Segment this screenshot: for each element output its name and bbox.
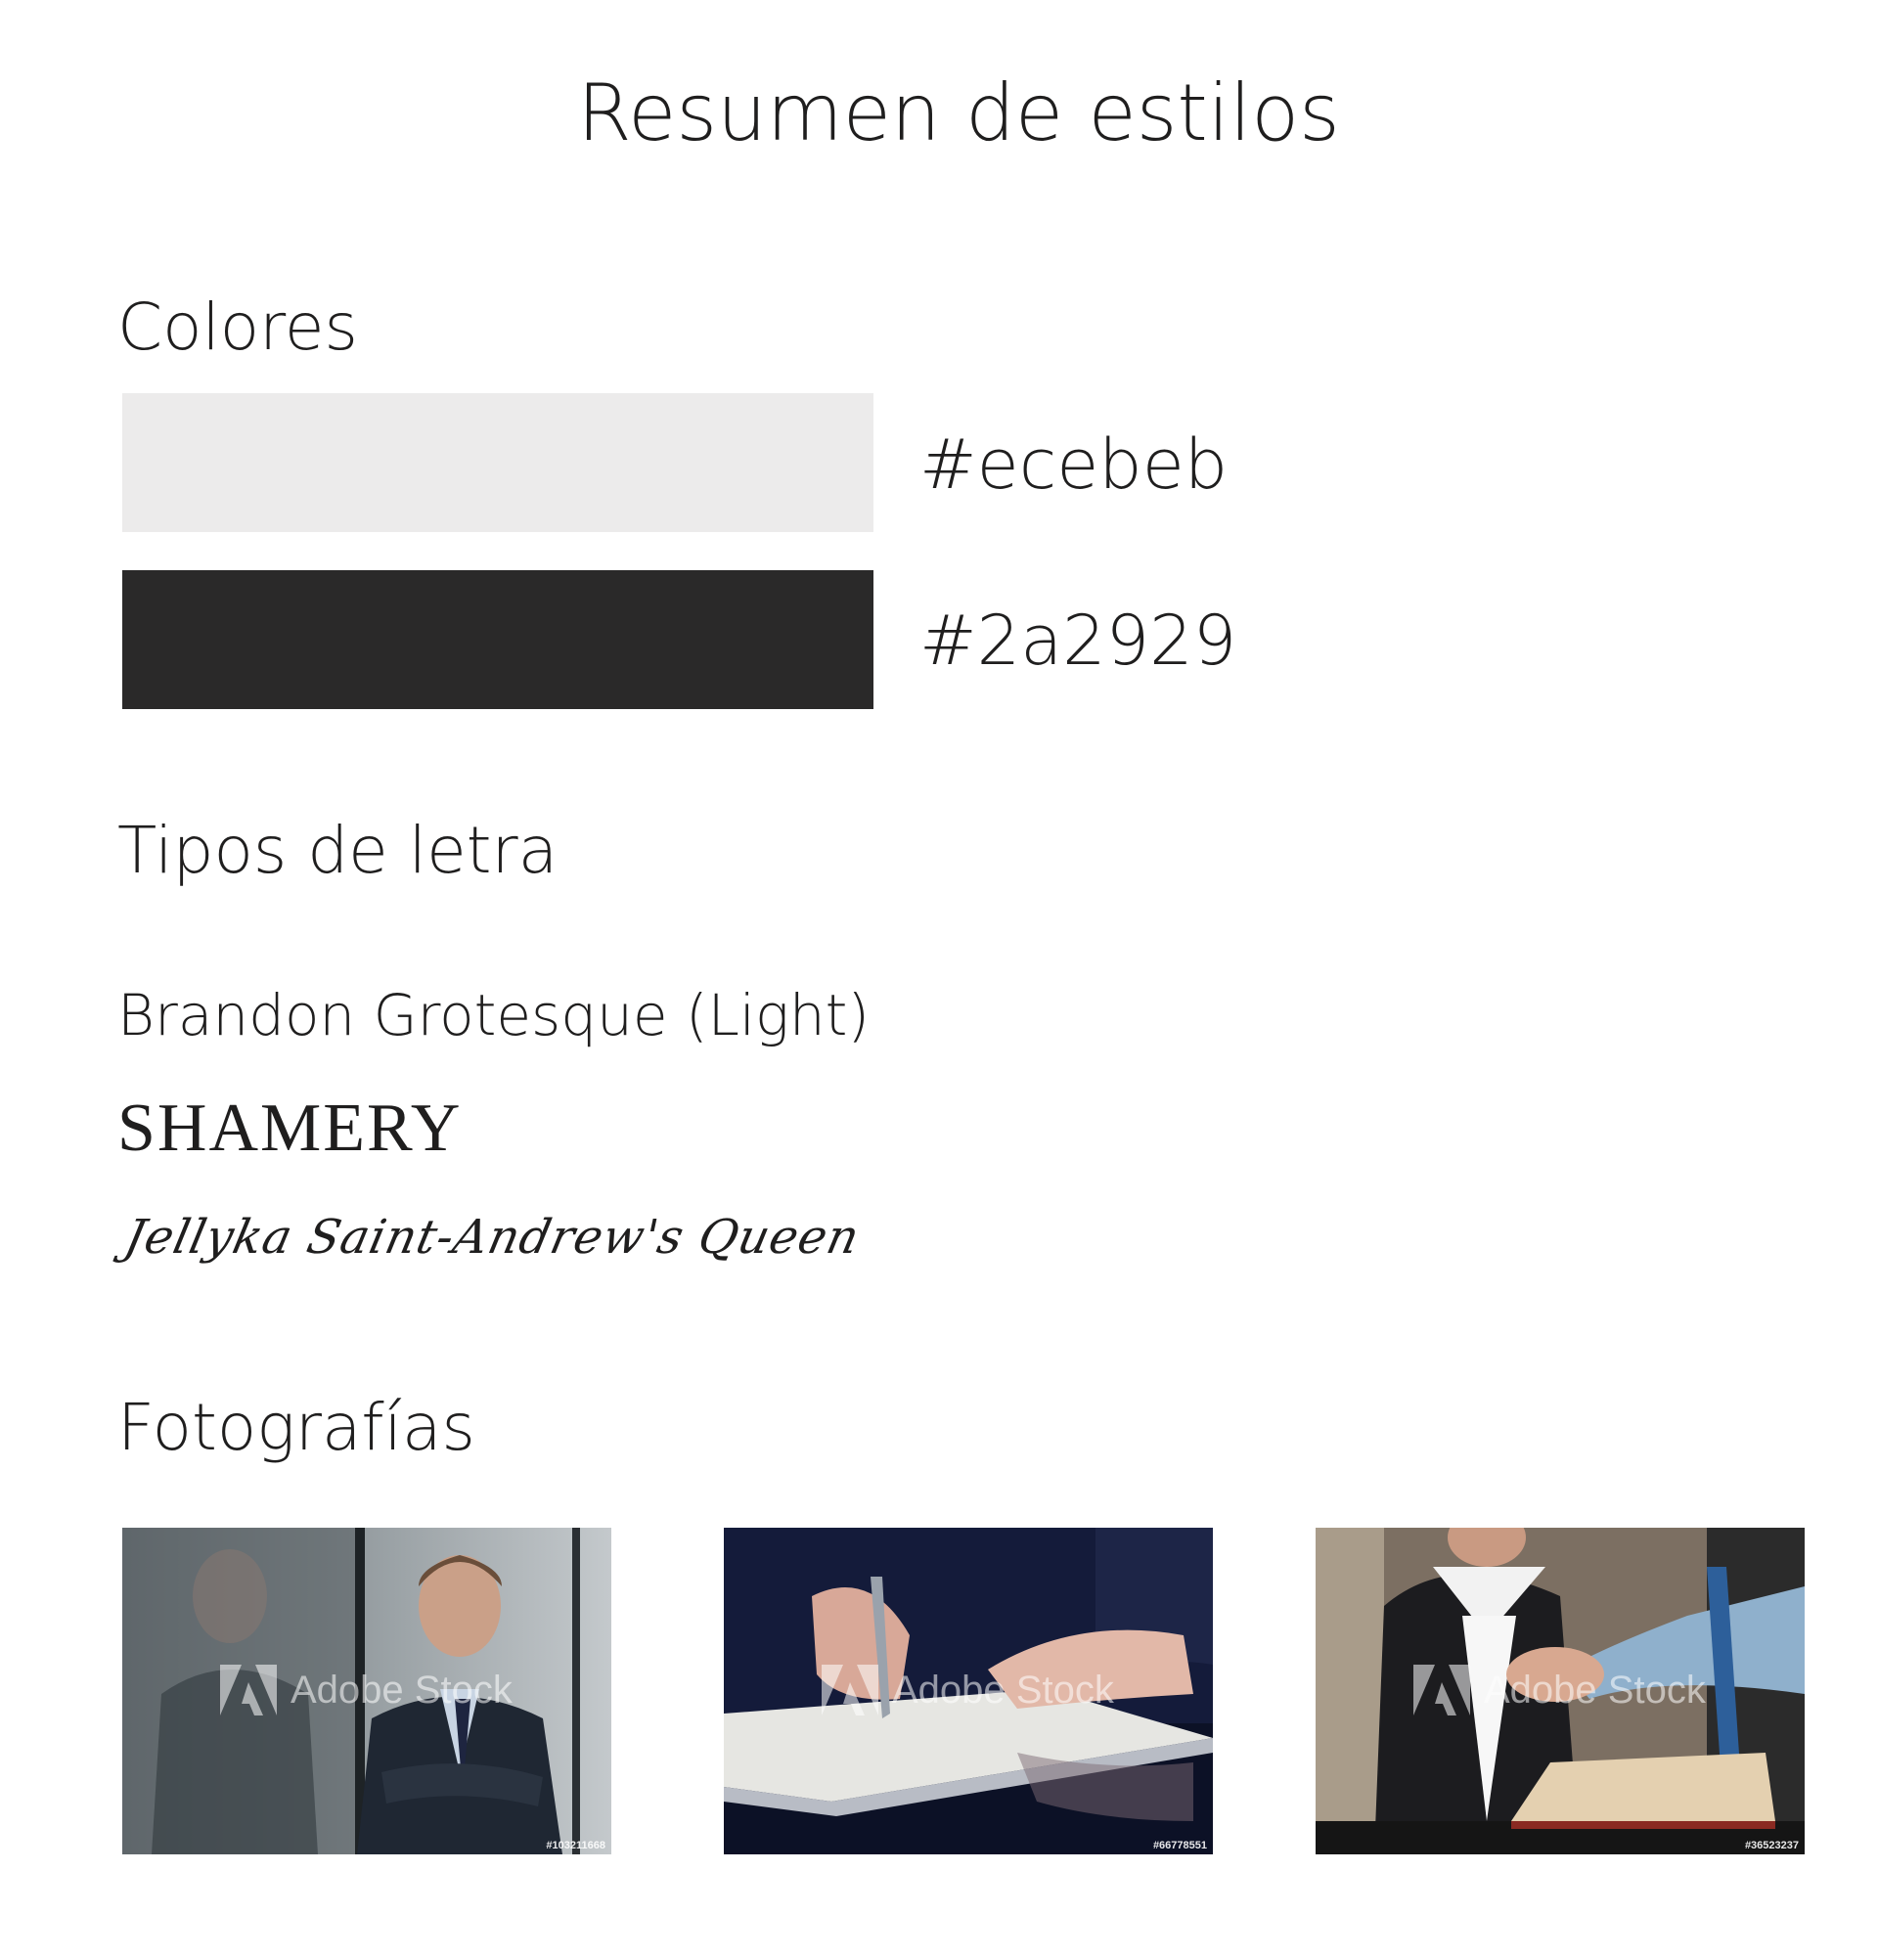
photo-id: #103211668 <box>546 1840 605 1851</box>
watermark: Adobe Stock <box>822 1665 1114 1715</box>
watermark-text: Adobe Stock <box>892 1668 1114 1712</box>
watermark-text: Adobe Stock <box>291 1668 513 1712</box>
adobe-logo-icon <box>822 1665 878 1715</box>
photos-heading: Fotografías <box>117 1390 475 1465</box>
photo-businessman: Adobe Stock #103211668 <box>122 1528 611 1854</box>
adobe-logo-icon <box>1413 1665 1470 1715</box>
color-swatch-dark <box>122 570 873 709</box>
font-sample-brandon: Brandon Grotesque (Light) <box>117 982 870 1048</box>
watermark: Adobe Stock <box>220 1665 513 1715</box>
font-sample-shamery: SHAMERY <box>117 1091 463 1166</box>
font-sample-jellyka: Jellyka Saint-Andrew's Queen <box>119 1210 865 1265</box>
color-swatch-light-label: #ecebeb <box>919 424 1229 505</box>
page-title: Resumen de estilos <box>577 67 1340 158</box>
watermark-text: Adobe Stock <box>1484 1668 1706 1712</box>
fonts-heading: Tipos de letra <box>117 813 559 888</box>
colors-heading: Colores <box>117 290 358 365</box>
photo-signing: Adobe Stock #66778551 <box>724 1528 1213 1854</box>
watermark: Adobe Stock <box>1413 1665 1706 1715</box>
photo-id: #36523237 <box>1744 1840 1799 1851</box>
photo-handshake: Adobe Stock #36523237 <box>1316 1528 1805 1854</box>
adobe-logo-icon <box>220 1665 277 1715</box>
color-swatch-dark-label: #2a2929 <box>919 601 1237 681</box>
color-swatch-light <box>122 393 873 532</box>
photo-id: #66778551 <box>1152 1840 1207 1851</box>
